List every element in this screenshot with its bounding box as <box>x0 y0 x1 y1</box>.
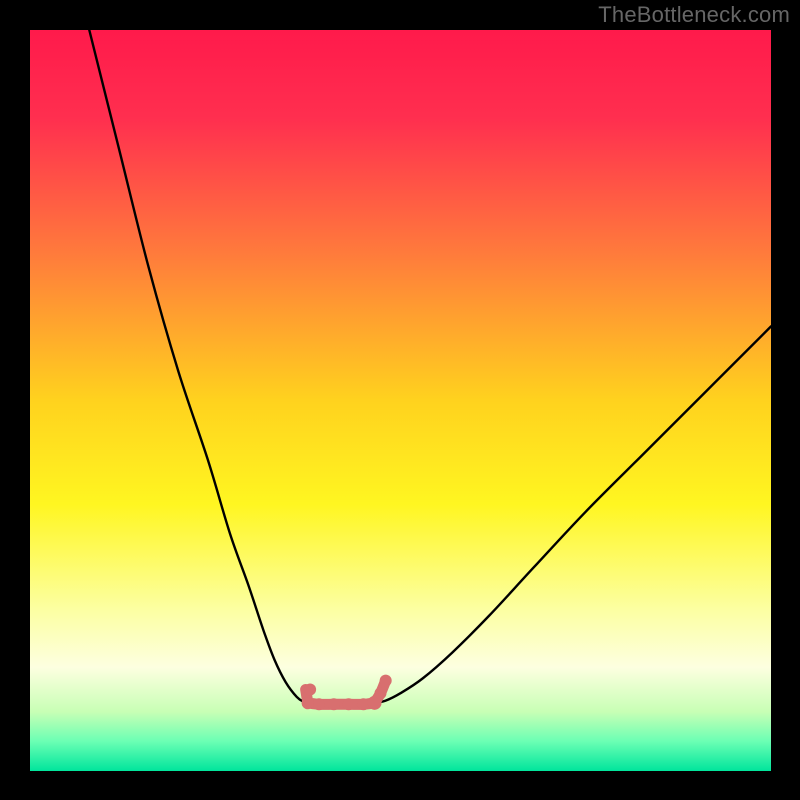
chart-frame: TheBottleneck.com <box>0 0 800 800</box>
marker-dot <box>302 697 314 709</box>
plot-svg <box>30 30 771 771</box>
marker-dot <box>380 675 392 687</box>
watermark-text: TheBottleneck.com <box>598 2 790 28</box>
marker-dot <box>328 698 340 710</box>
plot-area <box>30 30 771 771</box>
marker-dot <box>357 698 369 710</box>
marker-dot <box>343 698 355 710</box>
marker-dot <box>304 683 316 695</box>
marker-dot <box>374 687 386 699</box>
marker-dot <box>313 698 325 710</box>
gradient-background <box>30 30 771 771</box>
